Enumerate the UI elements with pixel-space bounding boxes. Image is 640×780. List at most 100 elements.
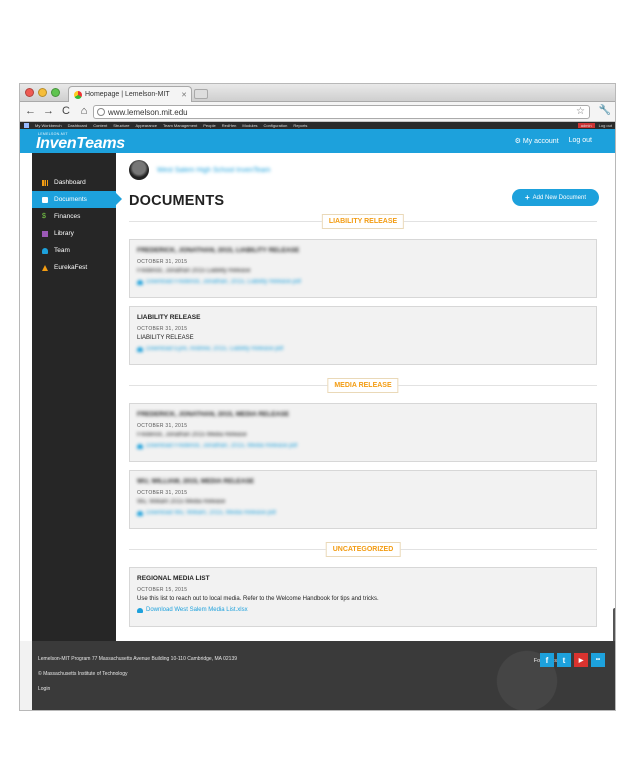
document-description: Frederick, Jonathan 2015 Liability Relea… (137, 268, 251, 274)
download-link-text: Download Frederick, Jonathan, 2015, Liab… (146, 279, 302, 285)
document-download-link[interactable]: Download Frederick, Jonathan, 2015, Medi… (137, 443, 589, 449)
admin-menu-item[interactable]: Team Management (163, 123, 197, 128)
footer-address: Lemelson-MIT Program 77 Massachusetts Av… (38, 656, 237, 662)
sidebar-item-label: Team (54, 247, 70, 254)
team-name[interactable]: West Salem High School InvenTeam (157, 167, 270, 174)
admin-home-icon[interactable] (24, 123, 29, 128)
document-title: FREDERICK, JONATHAN, 2015, MEDIA RELEASE (137, 411, 290, 418)
document-card: FREDERICK, JONATHAN, 2015, LIABILITY REL… (129, 239, 597, 298)
book-icon (42, 230, 48, 237)
close-window-button[interactable] (25, 88, 34, 97)
sidebar-item-library[interactable]: Library (32, 225, 116, 242)
footer-login-link[interactable]: Login (38, 686, 50, 692)
sidebar-item-label: Library (54, 230, 74, 237)
youtube-icon[interactable]: ▶ (574, 653, 588, 667)
site-footer: Lemelson-MIT Program 77 Massachusetts Av… (32, 641, 615, 710)
my-account-label: My account (522, 138, 559, 145)
admin-menu-item[interactable]: Structure (113, 123, 129, 128)
close-tab-icon[interactable]: ✕ (181, 91, 187, 99)
cloud-download-icon (137, 510, 143, 516)
document-title: LIABILITY RELEASE (137, 314, 201, 321)
sidebar-item-eurekafest[interactable]: EurekaFest (32, 259, 116, 276)
download-link-text: Download Wu, William, 2015, Media Releas… (146, 510, 276, 516)
team-header: West Salem High School InvenTeam (129, 160, 270, 180)
document-description: Use this list to reach out to local medi… (137, 596, 379, 602)
admin-menu-item[interactable]: RedHen (222, 123, 237, 128)
document-card: FREDERICK, JONATHAN, 2015, MEDIA RELEASE… (129, 403, 597, 462)
document-title: WU, WILLIAM, 2015, MEDIA RELEASE (137, 478, 255, 485)
gear-icon: ⚙ (514, 138, 521, 145)
admin-menu-item[interactable]: Content (93, 123, 107, 128)
wrench-icon[interactable]: 🔧 (599, 105, 611, 116)
cloud-download-icon (137, 346, 143, 352)
reload-icon[interactable]: C (61, 106, 71, 117)
site-header: LEMELSON-MIT InvenTeams ⚙ My account Log … (20, 129, 615, 154)
facebook-icon[interactable]: f (540, 653, 554, 667)
admin-menu-bar: My Workbench Dashboard Content Structure… (20, 122, 615, 129)
admin-menu-item[interactable]: People (203, 123, 215, 128)
page-icon (97, 108, 105, 116)
cloud-download-icon (137, 607, 143, 613)
document-date: OCTOBER 31, 2015 (137, 423, 188, 429)
my-account-link[interactable]: ⚙ My account (515, 137, 559, 145)
zoom-window-button[interactable] (51, 88, 60, 97)
sidebar-item-documents[interactable]: Documents (32, 191, 122, 208)
browser-tab[interactable]: Homepage | Lemelson-MIT ✕ (68, 86, 192, 102)
admin-user-area: admin Log out (577, 122, 612, 129)
document-card: REGIONAL MEDIA LIST OCTOBER 15, 2015 Use… (129, 567, 597, 627)
footer-watermark (467, 641, 587, 710)
cloud-download-icon (137, 279, 143, 285)
title-bar: Homepage | Lemelson-MIT ✕ (20, 84, 615, 102)
new-tab-button[interactable] (194, 89, 208, 99)
admin-menu-item[interactable]: Appearance (135, 123, 157, 128)
logout-link[interactable]: Log out (569, 137, 592, 145)
document-card: LIABILITY RELEASE OCTOBER 31, 2015 LIABI… (129, 306, 597, 365)
chart-icon (42, 179, 48, 186)
document-download-link[interactable]: Download Eyre, Andrew, 2015, Liability R… (137, 346, 589, 352)
forward-arrow-icon[interactable]: → (43, 106, 54, 117)
document-date: OCTOBER 15, 2015 (137, 587, 188, 593)
admin-logout-link[interactable]: Log out (599, 123, 612, 128)
home-icon[interactable]: ⌂ (79, 106, 89, 117)
chrome-favicon-icon (74, 90, 82, 99)
section-label-liability: LIABILITY RELEASE (321, 214, 405, 229)
add-new-document-button[interactable]: + Add New Document (512, 189, 599, 206)
header-links: ⚙ My account Log out (515, 137, 592, 145)
document-download-link[interactable]: Download Frederick, Jonathan, 2015, Liab… (137, 279, 589, 285)
sidebar-item-label: Documents (54, 196, 87, 203)
site-logo[interactable]: InvenTeams (36, 135, 125, 153)
sidebar-item-label: Dashboard (54, 179, 86, 186)
admin-menu-item[interactable]: Modules (242, 123, 257, 128)
admin-menu-item[interactable]: My Workbench (35, 123, 62, 128)
admin-user-badge[interactable]: admin (577, 123, 595, 128)
admin-menu-item[interactable]: Configuration (264, 123, 288, 128)
social-links: f t ▶ •• (540, 653, 605, 667)
plus-icon: + (524, 193, 530, 202)
page-body: Dashboard Documents $ Finances Library T… (20, 153, 615, 708)
browser-toolbar: ← → C ⌂ www.lemelson.mit.edu ☆ 🔧 (20, 102, 615, 122)
document-download-link[interactable]: Download West Salem Media List.xlsx (137, 607, 589, 613)
document-icon (42, 196, 48, 203)
back-arrow-icon[interactable]: ← (25, 106, 36, 117)
document-date: OCTOBER 31, 2015 (137, 326, 188, 332)
document-title: FREDERICK, JONATHAN, 2015, LIABILITY REL… (137, 247, 300, 254)
twitter-icon[interactable]: t (557, 653, 571, 667)
bookmark-star-icon[interactable]: ☆ (576, 106, 585, 117)
sidebar-item-team[interactable]: Team (32, 242, 116, 259)
document-description: Frederick, Jonathan 2015 Media Release (137, 432, 247, 438)
minimize-window-button[interactable] (38, 88, 47, 97)
admin-menu-item[interactable]: Reports (293, 123, 307, 128)
download-link-text: Download Frederick, Jonathan, 2015, Medi… (146, 443, 298, 449)
document-download-link[interactable]: Download Wu, William, 2015, Media Releas… (137, 510, 589, 516)
document-title: REGIONAL MEDIA LIST (137, 575, 210, 582)
address-bar[interactable]: www.lemelson.mit.edu ☆ (93, 105, 590, 119)
document-description: Wu, William 2015 Media Release (137, 499, 226, 505)
flickr-icon[interactable]: •• (591, 653, 605, 667)
admin-menu-item[interactable]: Dashboard (68, 123, 88, 128)
sidebar-item-dashboard[interactable]: Dashboard (32, 174, 116, 191)
main-content: West Salem High School InvenTeam DOCUMEN… (129, 153, 599, 641)
window-controls (25, 88, 60, 97)
document-card: WU, WILLIAM, 2015, MEDIA RELEASE OCTOBER… (129, 470, 597, 529)
sidebar-item-finances[interactable]: $ Finances (32, 208, 116, 225)
sidebar-item-label: Finances (54, 213, 81, 220)
